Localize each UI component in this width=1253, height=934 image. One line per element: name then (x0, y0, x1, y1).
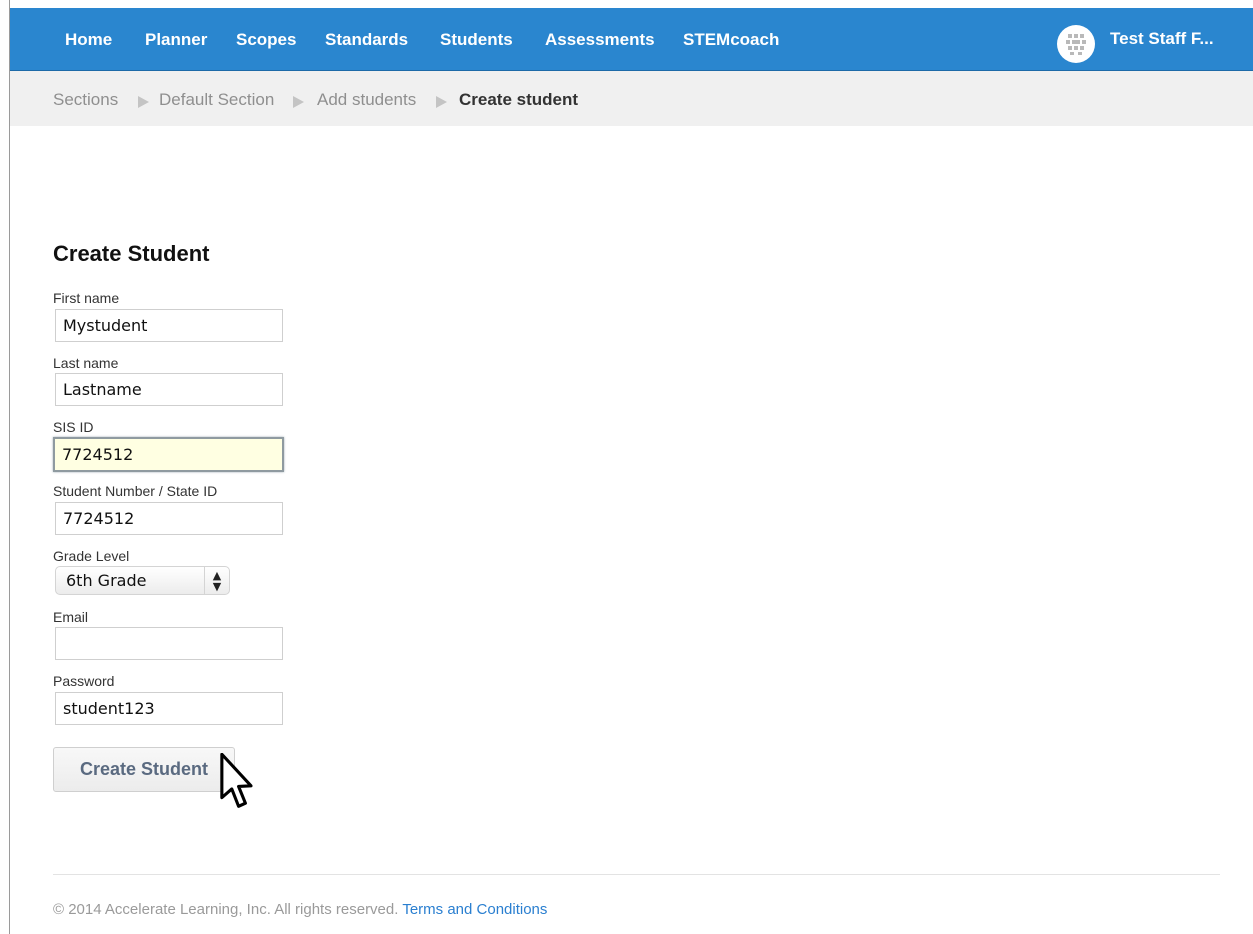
mouse-pointer-icon (220, 753, 253, 808)
grade-level-label: Grade Level (53, 548, 130, 564)
email-input[interactable] (55, 627, 283, 660)
user-avatar-icon[interactable] (1057, 25, 1095, 63)
nav-home[interactable]: Home (65, 30, 112, 50)
breadcrumb-sections[interactable]: Sections (53, 91, 118, 109)
last-name-label: Last name (53, 355, 119, 371)
user-menu[interactable]: Test Staff F... (1110, 29, 1214, 49)
breadcrumb-separator-icon (436, 96, 447, 108)
nav-assessments[interactable]: Assessments (545, 30, 655, 50)
nav-standards[interactable]: Standards (325, 30, 408, 50)
footer: © 2014 Accelerate Learning, Inc. All rig… (53, 901, 547, 918)
password-input[interactable] (55, 692, 283, 725)
student-number-input[interactable] (55, 502, 283, 535)
last-name-input[interactable] (55, 373, 283, 406)
sis-id-input[interactable] (53, 437, 284, 472)
up-down-arrows-icon: ▲ ▼ (204, 567, 229, 594)
breadcrumb: Sections Default Section Add students Cr… (10, 71, 1253, 126)
terms-link[interactable]: Terms and Conditions (402, 901, 547, 918)
nav-students[interactable]: Students (440, 30, 513, 50)
breadcrumb-separator-icon (293, 96, 304, 108)
grade-level-value: 6th Grade (66, 571, 147, 590)
student-number-label: Student Number / State ID (53, 483, 218, 499)
password-label: Password (53, 673, 115, 689)
breadcrumb-default-section[interactable]: Default Section (159, 91, 274, 109)
first-name-label: First name (53, 290, 120, 306)
nav-planner[interactable]: Planner (145, 30, 207, 50)
page-title: Create Student (53, 241, 210, 266)
breadcrumb-add-students[interactable]: Add students (317, 91, 416, 109)
footer-divider (53, 874, 1220, 875)
email-label: Email (53, 609, 89, 625)
first-name-input[interactable] (55, 309, 283, 342)
top-navbar: Home Planner Scopes Standards Students A… (10, 8, 1253, 71)
create-student-button[interactable]: Create Student (53, 747, 235, 792)
breadcrumb-separator-icon (138, 96, 149, 108)
breadcrumb-current: Create student (459, 90, 579, 109)
sis-id-label: SIS ID (53, 419, 94, 435)
window-left-edge (0, 0, 10, 934)
nav-stemcoach[interactable]: STEMcoach (683, 30, 779, 50)
copyright-text: © 2014 Accelerate Learning, Inc. All rig… (53, 901, 399, 918)
nav-scopes[interactable]: Scopes (236, 30, 296, 50)
grade-level-select[interactable]: 6th Grade ▲ ▼ (55, 566, 230, 595)
